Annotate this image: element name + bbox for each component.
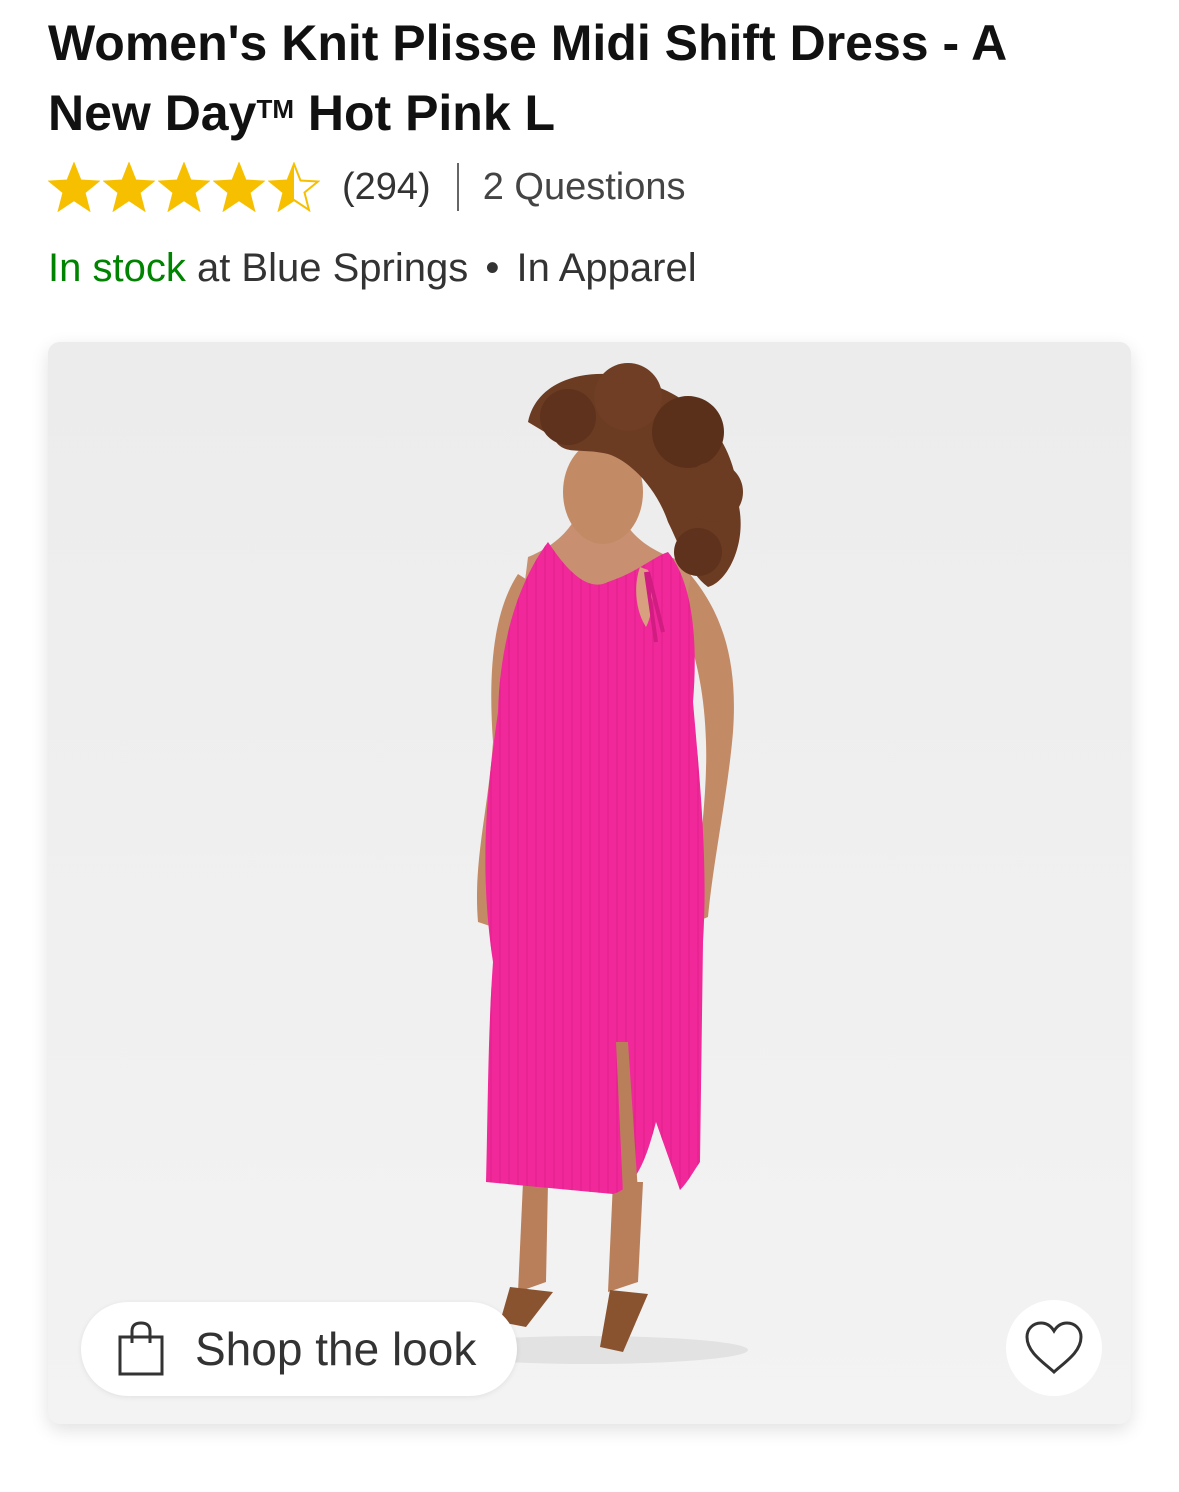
rating-row: (294) 2 Questions: [48, 160, 686, 214]
product-title: Women's Knit Plisse Midi Shift Dress - A…: [48, 10, 1138, 146]
favorite-button[interactable]: [1006, 1300, 1102, 1396]
department-label: In Apparel: [505, 246, 697, 290]
product-title-line1: Women's Knit Plisse Midi Shift Dress - A: [48, 15, 1008, 71]
review-count-link[interactable]: (294): [342, 166, 431, 209]
questions-link[interactable]: 2 Questions: [483, 166, 686, 209]
product-image-card[interactable]: Shop the look: [48, 342, 1131, 1424]
shopping-bag-icon: [118, 1321, 164, 1376]
heart-outline-icon: [1025, 1321, 1083, 1375]
star-full-icon: [158, 162, 210, 212]
shop-the-look-button[interactable]: Shop the look: [81, 1302, 517, 1396]
product-title-brand: New Day: [48, 85, 257, 141]
product-title-variant: Hot Pink L: [293, 85, 556, 141]
star-full-icon: [213, 162, 265, 212]
in-stock-status: In stock: [48, 246, 186, 290]
store-name[interactable]: at Blue Springs: [186, 246, 480, 290]
product-photo: [48, 342, 1131, 1424]
star-half-icon: [268, 162, 320, 212]
star-full-icon: [48, 162, 100, 212]
divider: [456, 163, 459, 211]
trademark-symbol: TM: [256, 94, 294, 124]
shop-the-look-label: Shop the look: [195, 1323, 477, 1375]
separator-bullet: •: [485, 246, 500, 290]
availability-line: In stock at Blue Springs • In Apparel: [48, 242, 697, 294]
star-rating[interactable]: [48, 162, 320, 212]
star-full-icon: [103, 162, 155, 212]
